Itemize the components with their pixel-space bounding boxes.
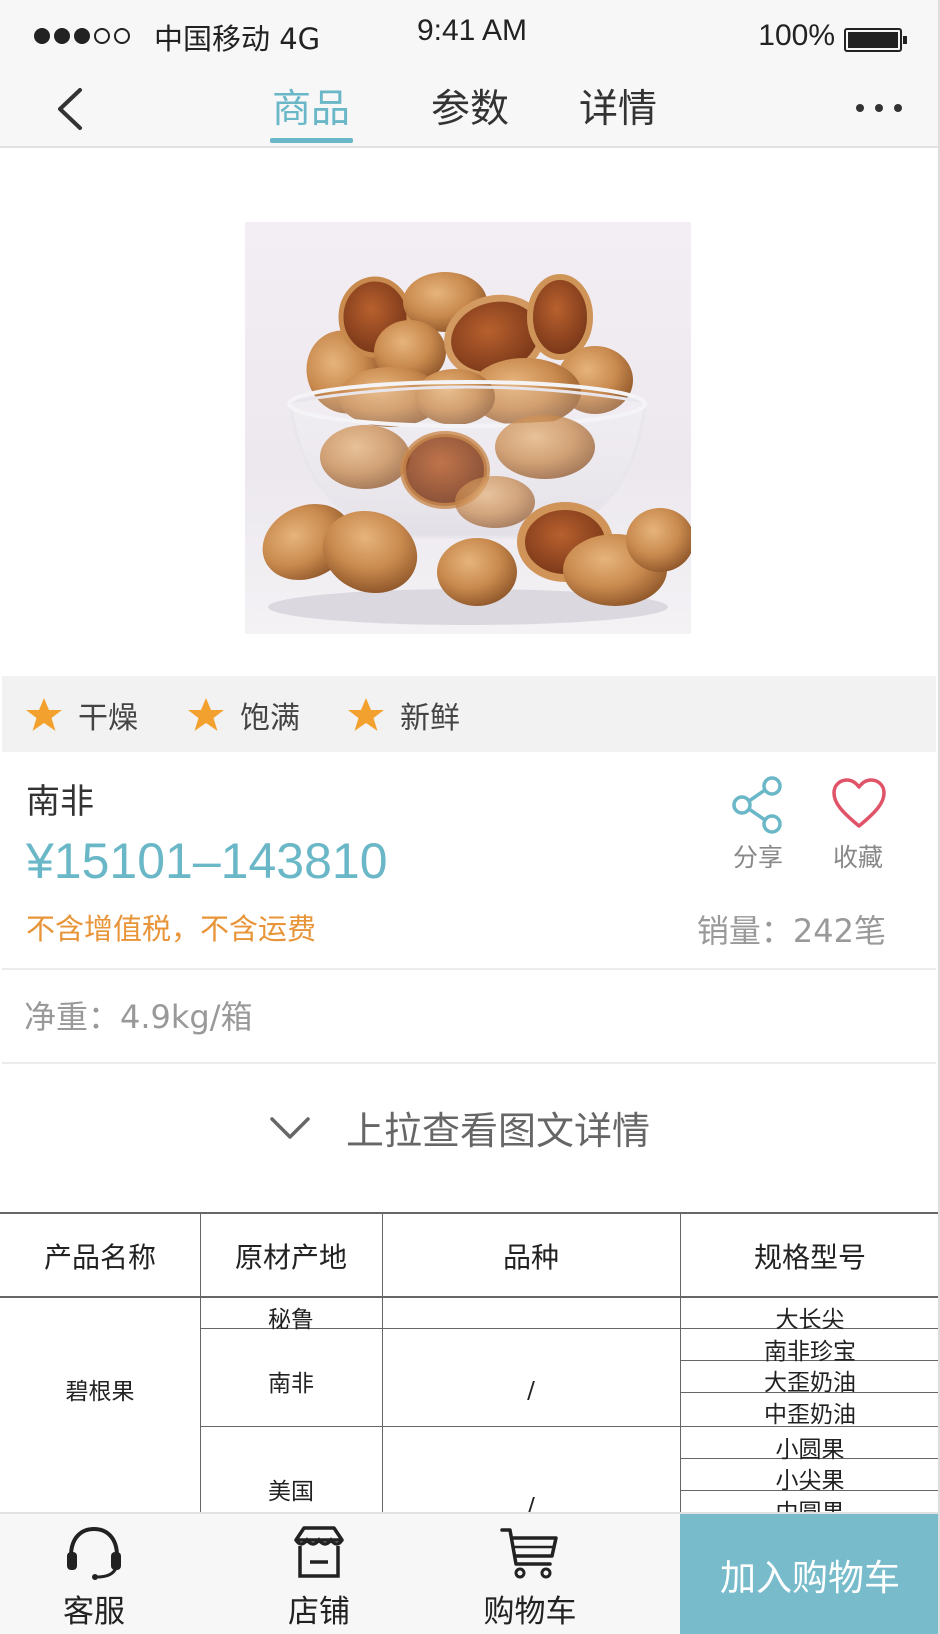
product-price: ¥15101–143810: [26, 833, 388, 889]
active-tab-indicator: [270, 138, 353, 143]
pull-up-label: 上拉查看图文详情: [346, 1109, 651, 1153]
divider: [2, 968, 936, 970]
battery-percent: 100%: [758, 19, 835, 52]
product-title: 南非: [26, 782, 94, 822]
table-cell: /: [527, 1494, 535, 1512]
star-icon: [188, 698, 224, 731]
table-header: 品种: [502, 1241, 559, 1274]
product-image[interactable]: [245, 222, 691, 634]
service-label: 客服: [63, 1594, 125, 1630]
add-to-cart-button[interactable]: 加入购物车: [680, 1514, 940, 1634]
feature-item: 新鲜: [346, 693, 460, 737]
cart-button[interactable]: 购物车: [480, 1514, 580, 1634]
chevron-down-icon: [270, 1116, 310, 1139]
feature-label: 干燥: [78, 701, 138, 736]
table-cell: 大歪奶油: [764, 1370, 856, 1396]
table-cell: 秘鲁: [268, 1307, 314, 1333]
store-icon: [294, 1526, 344, 1578]
favorite-label[interactable]: 收藏: [833, 838, 883, 874]
divider: [2, 1062, 936, 1064]
feature-label: 饱满: [240, 701, 300, 736]
status-time: 9:41 AM: [416, 14, 528, 47]
share-icon[interactable]: [730, 774, 786, 836]
tab-details[interactable]: 详情: [579, 78, 657, 142]
features-strip: 干燥 饱满 新鲜: [2, 676, 936, 752]
table-cell: 南非: [268, 1371, 314, 1397]
table-cell: 小圆果: [775, 1437, 845, 1463]
net-weight: 净重：4.9kg/箱: [24, 998, 253, 1036]
pull-up-hint[interactable]: 上拉查看图文详情: [268, 1100, 650, 1155]
feature-item: 干燥: [24, 693, 138, 737]
tax-note: 不含增值税，不含运费: [26, 912, 317, 946]
heart-icon[interactable]: [830, 776, 888, 832]
table-cell: 南非珍宝: [764, 1339, 856, 1365]
tab-product[interactable]: 商品: [272, 78, 350, 142]
table-cell: /: [527, 1378, 535, 1404]
feature-item: 饱满: [186, 693, 300, 737]
customer-service-button[interactable]: 客服: [44, 1514, 144, 1634]
bottom-action-bar: 客服 店铺 购物车 加入购物车: [0, 1512, 940, 1634]
sales-count: 销量：242笔: [696, 912, 886, 950]
cart-icon: [500, 1528, 558, 1579]
nav-bar: 商品 参数 详情: [0, 70, 940, 148]
table-cell: 碧根果: [65, 1379, 135, 1405]
tab-params[interactable]: 参数: [431, 78, 509, 142]
table-cell: 美国: [268, 1479, 314, 1505]
feature-label: 新鲜: [400, 701, 460, 736]
cart-label: 购物车: [483, 1594, 577, 1630]
star-icon: [26, 698, 62, 731]
table-header: 规格型号: [753, 1241, 866, 1274]
table-header: 产品名称: [43, 1241, 156, 1274]
table-cell: 中圆果: [680, 1493, 940, 1512]
status-bar: 中国移动 4G 9:41 AM 100%: [0, 0, 940, 70]
chevron-left-icon[interactable]: [50, 84, 90, 134]
spec-table: 产品名称 原材产地 品种 规格型号 碧根果 秘鲁 南非 美国 / / 大长尖 南…: [0, 1212, 940, 1512]
table-cell: 中歪奶油: [764, 1402, 856, 1428]
battery-icon: [844, 28, 907, 52]
store-button[interactable]: 店铺: [269, 1514, 369, 1634]
table-cell: 小尖果: [775, 1468, 845, 1494]
table-header: 原材产地: [234, 1241, 347, 1274]
star-icon: [348, 698, 384, 731]
headset-icon: [67, 1526, 121, 1580]
product-page: 中国移动 4G 9:41 AM 100% 商品 参数 详情 干燥 饱满 新鲜 南…: [0, 0, 940, 1634]
table-cell: 大长尖: [775, 1307, 845, 1333]
share-label[interactable]: 分享: [733, 838, 783, 874]
more-icon[interactable]: [856, 104, 902, 112]
store-label: 店铺: [288, 1594, 350, 1630]
